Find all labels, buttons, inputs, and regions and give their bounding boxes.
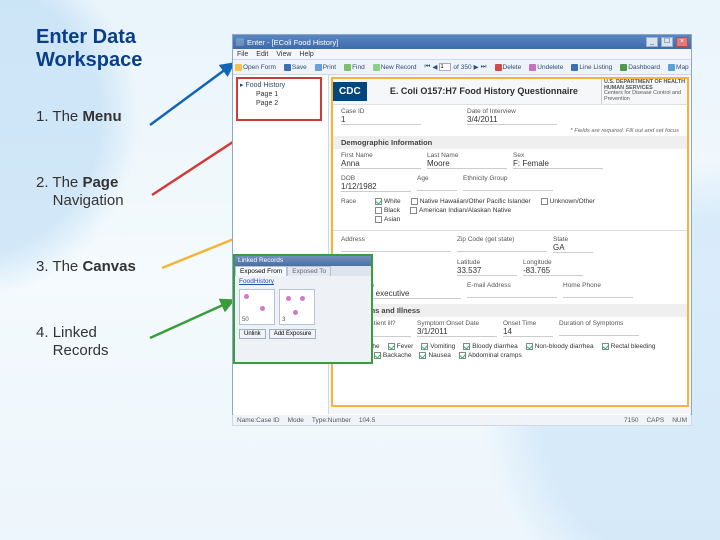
- first-name-field[interactable]: Anna: [341, 159, 421, 169]
- form-title: E. Coli O157:H7 Food History Questionnai…: [367, 86, 601, 96]
- map-button[interactable]: Map: [668, 64, 689, 71]
- race-black[interactable]: Black: [375, 207, 400, 214]
- bullet-3-canvas: 3. The Canvas: [36, 258, 216, 276]
- age-field[interactable]: [417, 182, 457, 191]
- duration-field[interactable]: [559, 327, 639, 336]
- interview-date-field[interactable]: 3/4/2011: [467, 115, 557, 125]
- sym-nonbloody[interactable]: Non-bloody diarrhea: [526, 343, 594, 350]
- app-icon: [236, 38, 244, 46]
- sex-field[interactable]: F: Female: [513, 159, 603, 169]
- race-asian[interactable]: Asian: [375, 216, 400, 223]
- linked-records-panel[interactable]: Linked Records Exposed From Exposed To F…: [233, 254, 373, 364]
- tree-page-1[interactable]: Page 1: [240, 91, 318, 98]
- delete-button[interactable]: Delete: [495, 64, 522, 71]
- hhs-block: U.S. DEPARTMENT OF HEALTHHUMAN SERVICES …: [601, 79, 687, 104]
- section-demographic: Demographic Information: [333, 136, 687, 149]
- pager-prev-icon[interactable]: ◀: [432, 63, 437, 71]
- print-button[interactable]: Print: [315, 64, 336, 71]
- find-button[interactable]: Find: [344, 64, 365, 71]
- page-title: Enter DataWorkspace: [36, 26, 216, 72]
- app-window: Enter - [EColi Food History] _ ☐ × File …: [232, 34, 692, 426]
- address-field[interactable]: [341, 243, 451, 252]
- line-listing-button[interactable]: Line Listing: [571, 64, 612, 71]
- zip-field[interactable]: [457, 243, 547, 252]
- sym-vomiting[interactable]: Vomiting: [421, 343, 455, 350]
- state-field[interactable]: GA: [553, 243, 593, 253]
- maximize-button[interactable]: ☐: [661, 37, 673, 47]
- sym-bloody[interactable]: Bloody diarrhea: [463, 343, 518, 350]
- dashboard-button[interactable]: Dashboard: [620, 64, 660, 71]
- canvas-highlight: CDC E. Coli O157:H7 Food History Questio…: [331, 77, 689, 407]
- pager-first-icon[interactable]: ⏮: [425, 63, 431, 71]
- required-note: * Fields are required. Fill out and set …: [333, 128, 687, 134]
- new-record-button[interactable]: New Record: [373, 64, 417, 71]
- bullet-2-page-nav: 2. The Page Navigation: [36, 174, 216, 210]
- window-title: Enter - [EColi Food History]: [247, 38, 338, 47]
- tree-root[interactable]: ▸ Food History: [240, 81, 318, 89]
- status-num: NUM: [672, 417, 687, 424]
- tree-page-2[interactable]: Page 2: [240, 100, 318, 107]
- race-native[interactable]: American Indian/Alaskan Native: [410, 207, 511, 214]
- page-nav-highlight: ▸ Food History Page 1 Page 2: [236, 77, 322, 121]
- ethnicity-field[interactable]: [463, 182, 553, 191]
- race-pacific[interactable]: Native Hawaiian/Other Pacific Islander: [411, 198, 531, 205]
- dob-field[interactable]: 1/12/1982: [341, 182, 411, 192]
- menu-file[interactable]: File: [237, 51, 248, 58]
- canvas[interactable]: CDC E. Coli O157:H7 Food History Questio…: [329, 75, 691, 414]
- onset-date-field[interactable]: 3/1/2011: [417, 327, 497, 337]
- sym-fever[interactable]: Fever: [388, 343, 414, 350]
- menu-help[interactable]: Help: [299, 51, 313, 58]
- status-type: Type:Number: [312, 417, 351, 424]
- pager-last-icon[interactable]: ⏭: [481, 63, 487, 71]
- toolbar-area: Open Form Save Print Find New Record ⏮ ◀…: [233, 60, 691, 75]
- pager-current-input[interactable]: [439, 63, 451, 71]
- email-field[interactable]: [467, 289, 557, 298]
- add-exposure-button[interactable]: Add Exposure: [269, 329, 317, 339]
- linked-card-2[interactable]: 3: [279, 289, 315, 325]
- sym-backache[interactable]: Backache: [374, 352, 412, 359]
- unlink-button[interactable]: Unlink: [239, 329, 266, 339]
- sym-cramps[interactable]: Abdominal cramps: [459, 352, 522, 359]
- status-mode: Mode: [288, 417, 304, 424]
- linked-card-1[interactable]: 50: [239, 289, 275, 325]
- bullet-1-menu: 1. The Menu: [36, 108, 216, 126]
- save-button[interactable]: Save: [284, 64, 307, 71]
- last-name-field[interactable]: Moore: [427, 159, 507, 169]
- pager-next-icon[interactable]: ▶: [474, 63, 479, 71]
- close-button[interactable]: ×: [676, 37, 688, 47]
- menu-edit[interactable]: Edit: [256, 51, 268, 58]
- bullet-4-linked: 4. Linked Records: [36, 324, 216, 360]
- window-titlebar[interactable]: Enter - [EColi Food History] _ ☐ ×: [233, 35, 691, 49]
- status-zoom[interactable]: 104.5: [359, 417, 375, 424]
- lat-field[interactable]: 33.537: [457, 266, 517, 276]
- onset-time-field[interactable]: 14: [503, 327, 553, 337]
- status-field-name: Name:Case ID: [237, 417, 280, 424]
- tab-exposed-to[interactable]: Exposed To: [287, 266, 331, 276]
- status-caps: CAPS: [646, 417, 664, 424]
- race-unknown[interactable]: Unknown/Other: [541, 198, 595, 205]
- sym-nausea[interactable]: Nausea: [419, 352, 450, 359]
- undelete-button[interactable]: Undelete: [529, 64, 563, 71]
- open-form-button[interactable]: Open Form: [235, 64, 276, 71]
- status-bar: Name:Case ID Mode Type:Number 104.5 7150…: [232, 415, 692, 426]
- menu-bar[interactable]: File Edit View Help: [233, 49, 691, 60]
- tab-exposed-from[interactable]: Exposed From: [235, 266, 287, 276]
- linked-info[interactable]: FoodHistory: [235, 276, 371, 287]
- minimize-button[interactable]: _: [646, 37, 658, 47]
- cdc-logo: CDC: [333, 82, 367, 101]
- menu-view[interactable]: View: [276, 51, 291, 58]
- home-phone-field[interactable]: [563, 289, 633, 298]
- sym-rectal[interactable]: Rectal bleeding: [602, 343, 656, 350]
- race-white[interactable]: White: [375, 198, 401, 205]
- case-id-field[interactable]: 1: [341, 115, 421, 125]
- linked-header[interactable]: Linked Records: [235, 256, 371, 266]
- record-pager[interactable]: ⏮ ◀ of 350 ▶ ⏭: [425, 63, 487, 71]
- lon-field[interactable]: -83.765: [523, 266, 583, 276]
- section-symptoms: Symptoms and Illness: [333, 304, 687, 317]
- status-cursor: 7150: [624, 417, 638, 424]
